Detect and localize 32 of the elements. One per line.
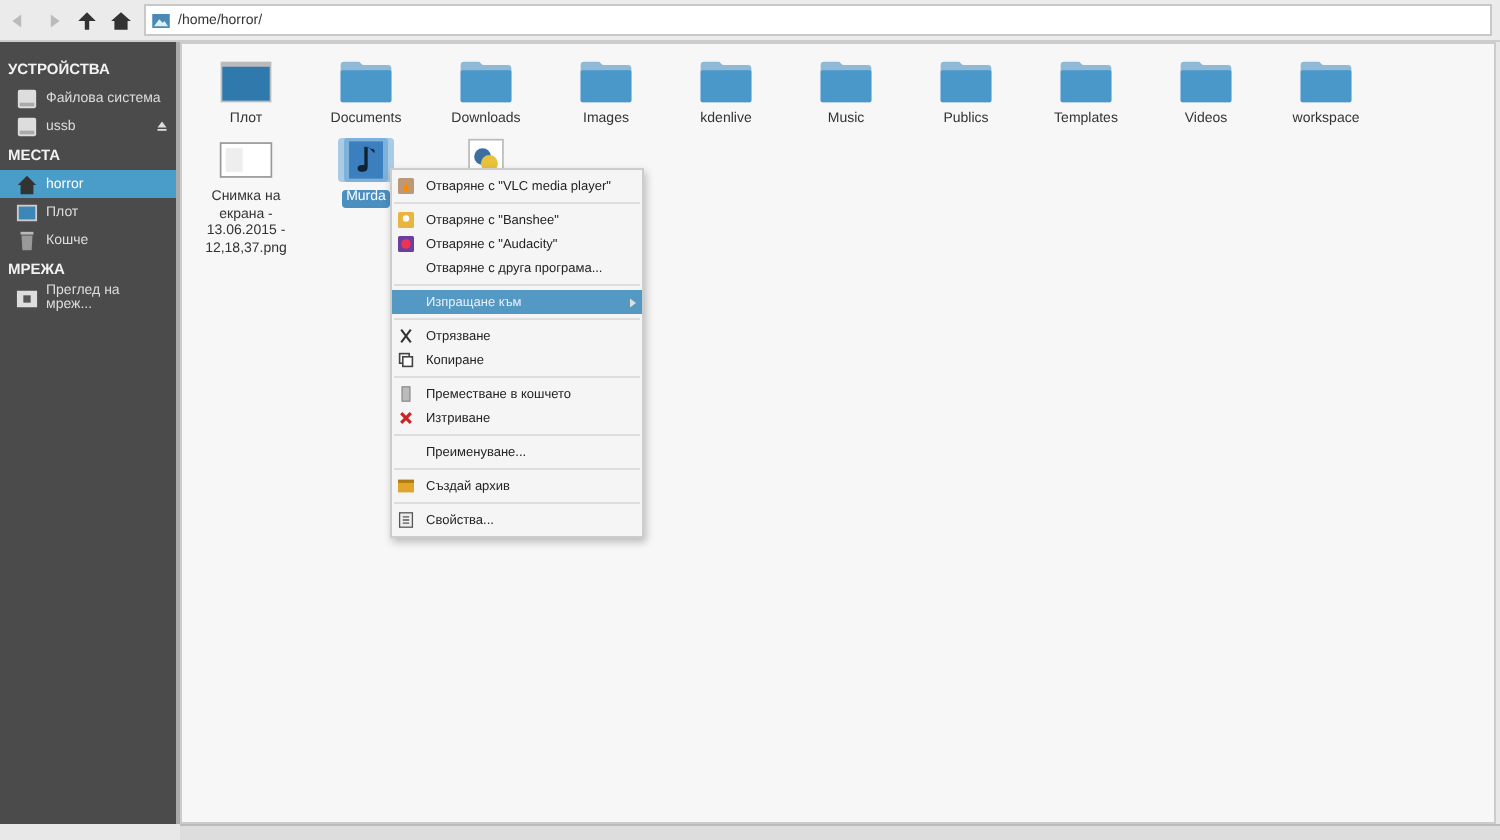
trash-icon xyxy=(398,386,414,402)
drive-icon xyxy=(16,115,38,137)
folder-icon[interactable] xyxy=(1058,60,1114,104)
eject-icon[interactable] xyxy=(156,120,168,132)
folder-icon[interactable] xyxy=(818,60,874,104)
music-note-icon[interactable] xyxy=(338,137,394,182)
desktop-icon xyxy=(16,201,38,223)
folder-icon[interactable] xyxy=(1298,60,1354,104)
folder-icon[interactable] xyxy=(338,60,394,104)
folder-icon[interactable] xyxy=(1178,60,1234,104)
submenu-arrow-icon xyxy=(630,297,636,307)
folder-icon[interactable] xyxy=(578,60,634,104)
folder-icon[interactable] xyxy=(458,60,514,104)
trash-icon xyxy=(16,229,38,251)
up-arrow-icon[interactable] xyxy=(76,9,98,31)
image-folder-icon xyxy=(152,13,170,27)
app-icon xyxy=(398,212,414,228)
network-icon xyxy=(16,287,38,309)
folder-icon[interactable] xyxy=(938,60,994,104)
desktop-icon[interactable] xyxy=(218,60,274,104)
copy-icon xyxy=(398,352,414,368)
app-icon xyxy=(398,236,414,252)
properties-icon xyxy=(398,512,414,528)
archive-icon xyxy=(398,478,414,494)
home-icon[interactable] xyxy=(110,9,132,31)
image-thumbnail-icon[interactable] xyxy=(218,137,274,182)
delete-icon xyxy=(398,410,414,426)
folder-icon[interactable] xyxy=(698,60,754,104)
app-icon xyxy=(398,178,414,194)
drive-icon xyxy=(16,87,38,109)
scissors-icon xyxy=(398,328,414,344)
home-icon xyxy=(16,173,38,195)
